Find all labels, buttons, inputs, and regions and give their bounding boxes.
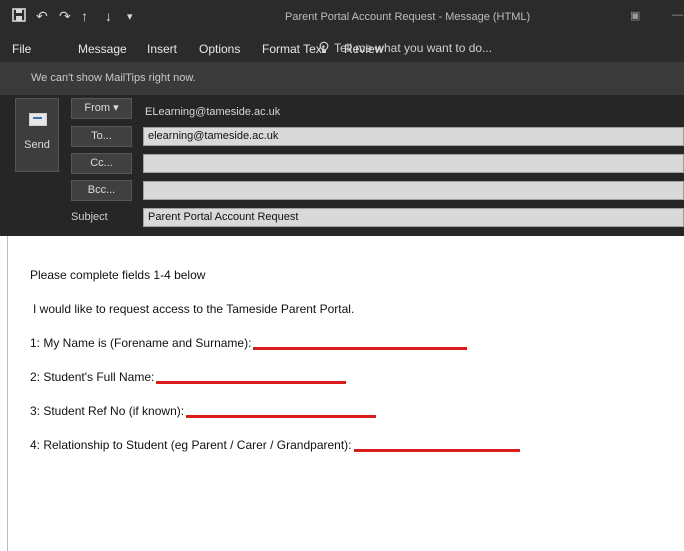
cc-button[interactable]: Cc...: [71, 153, 132, 174]
tab-format-text[interactable]: Format Text: [262, 42, 325, 56]
send-button[interactable]: Send: [15, 98, 59, 172]
tab-message[interactable]: Message: [78, 42, 127, 56]
field-3-label: 3: Student Ref No (if known):: [30, 404, 185, 418]
bcc-field[interactable]: [143, 181, 684, 200]
field-1-underline: [253, 347, 468, 350]
window-title: Parent Portal Account Request - Message …: [285, 11, 531, 23]
undo-icon[interactable]: ↶: [36, 8, 48, 25]
tab-insert[interactable]: Insert: [147, 42, 177, 56]
tab-file[interactable]: File: [12, 42, 31, 56]
to-field[interactable]: elearning@tameside.ac.uk: [143, 127, 684, 146]
field-2-underline: [156, 381, 347, 384]
mailtips-bar: We can't show MailTips right now.: [0, 62, 684, 95]
save-icon[interactable]: [12, 8, 26, 25]
title-bar: ↶ ↷ ↑ ↓ ▾ Parent Portal Account Request …: [0, 0, 684, 36]
message-body[interactable]: [7, 236, 684, 551]
customize-qat-icon[interactable]: ▾: [127, 10, 133, 23]
mailtips-text: We can't show MailTips right now.: [31, 72, 196, 84]
lightbulb-icon: [319, 41, 329, 53]
field-3-line: 3: Student Ref No (if known):: [30, 404, 377, 418]
body-intro: Please complete fields 1-4 below: [30, 268, 206, 282]
from-value: ELearning@tameside.ac.uk: [145, 106, 281, 118]
field-4-label: 4: Relationship to Student (eg Parent / …: [30, 438, 352, 452]
send-icon: [29, 113, 47, 126]
subject-label: Subject: [71, 211, 108, 223]
field-4-underline: [353, 449, 520, 452]
down-arrow-icon[interactable]: ↓: [105, 8, 112, 24]
tell-me-text: Tell me what you want to do...: [334, 41, 493, 55]
field-2-label: 2: Student's Full Name:: [30, 370, 155, 384]
ribbon-display-options-icon[interactable]: ▣: [630, 9, 640, 22]
to-button[interactable]: To...: [71, 126, 132, 147]
redo-icon[interactable]: ↷: [59, 8, 71, 25]
cc-field[interactable]: [143, 154, 684, 173]
field-1-label: 1: My Name is (Forename and Surname):: [30, 336, 252, 350]
field-3-underline: [186, 415, 377, 418]
field-4-line: 4: Relationship to Student (eg Parent / …: [30, 438, 520, 452]
tell-me-search[interactable]: Tell me what you want to do...: [319, 41, 492, 55]
bcc-button[interactable]: Bcc...: [71, 180, 132, 201]
ribbon-tabs: File Message Insert Options Format Text …: [0, 36, 684, 62]
field-2-line: 2: Student's Full Name:: [30, 370, 347, 384]
up-arrow-icon[interactable]: ↑: [81, 8, 88, 24]
tab-options[interactable]: Options: [199, 42, 240, 56]
from-button[interactable]: From ▾: [71, 98, 132, 119]
minimize-icon[interactable]: —: [672, 9, 683, 21]
body-request: I would like to request access to the Ta…: [33, 302, 355, 316]
send-label: Send: [24, 139, 50, 151]
field-1-line: 1: My Name is (Forename and Surname):: [30, 336, 468, 350]
subject-field[interactable]: Parent Portal Account Request: [143, 208, 684, 227]
